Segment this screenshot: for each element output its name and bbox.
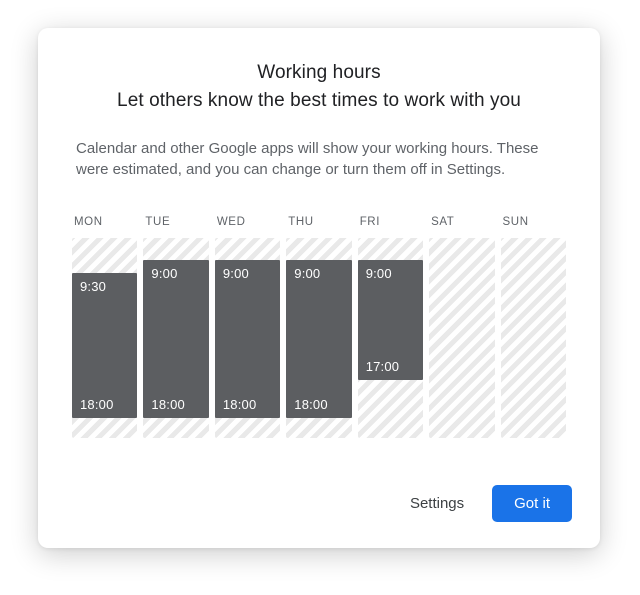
end-time: 17:00 (366, 359, 415, 374)
working-hours-block[interactable]: 9:00 18:00 (286, 260, 351, 418)
day-column: FRI 9:00 17:00 (358, 216, 423, 438)
working-hours-block[interactable]: 9:30 18:00 (72, 273, 137, 418)
day-label: MON (72, 216, 137, 228)
working-hours-block[interactable]: 9:00 18:00 (143, 260, 208, 418)
end-time: 18:00 (223, 397, 272, 412)
working-hours-dialog: Working hours Let others know the best t… (38, 28, 600, 548)
day-column: MON 9:30 18:00 (72, 216, 137, 438)
got-it-button[interactable]: Got it (492, 485, 572, 522)
day-track (501, 238, 566, 438)
working-hours-block[interactable]: 9:00 18:00 (215, 260, 280, 418)
day-label: THU (286, 216, 351, 228)
end-time: 18:00 (80, 397, 129, 412)
dialog-title: Working hours (38, 62, 600, 84)
day-column: SAT (429, 216, 494, 438)
day-track: 9:30 18:00 (72, 238, 137, 438)
dialog-description: Calendar and other Google apps will show… (76, 138, 562, 180)
day-column: SUN (501, 216, 566, 438)
day-track: 9:00 18:00 (143, 238, 208, 438)
start-time: 9:00 (366, 266, 415, 281)
day-track: 9:00 18:00 (215, 238, 280, 438)
day-label: SAT (429, 216, 494, 228)
start-time: 9:30 (80, 279, 129, 294)
day-column: THU 9:00 18:00 (286, 216, 351, 438)
day-label: TUE (143, 216, 208, 228)
settings-button[interactable]: Settings (396, 485, 478, 522)
week-schedule: MON 9:30 18:00 TUE 9:00 18:00 WED 9:00 18:00 THU 9… (72, 216, 566, 438)
end-time: 18:00 (294, 397, 343, 412)
day-label: SUN (501, 216, 566, 228)
day-track (429, 238, 494, 438)
day-column: TUE 9:00 18:00 (143, 216, 208, 438)
day-track: 9:00 18:00 (286, 238, 351, 438)
day-column: WED 9:00 18:00 (215, 216, 280, 438)
start-time: 9:00 (151, 266, 200, 281)
working-hours-block[interactable]: 9:00 17:00 (358, 260, 423, 380)
day-track: 9:00 17:00 (358, 238, 423, 438)
day-label: WED (215, 216, 280, 228)
end-time: 18:00 (151, 397, 200, 412)
day-label: FRI (358, 216, 423, 228)
start-time: 9:00 (294, 266, 343, 281)
dialog-footer: Settings Got it (396, 485, 572, 522)
start-time: 9:00 (223, 266, 272, 281)
dialog-subtitle: Let others know the best times to work w… (38, 90, 600, 112)
